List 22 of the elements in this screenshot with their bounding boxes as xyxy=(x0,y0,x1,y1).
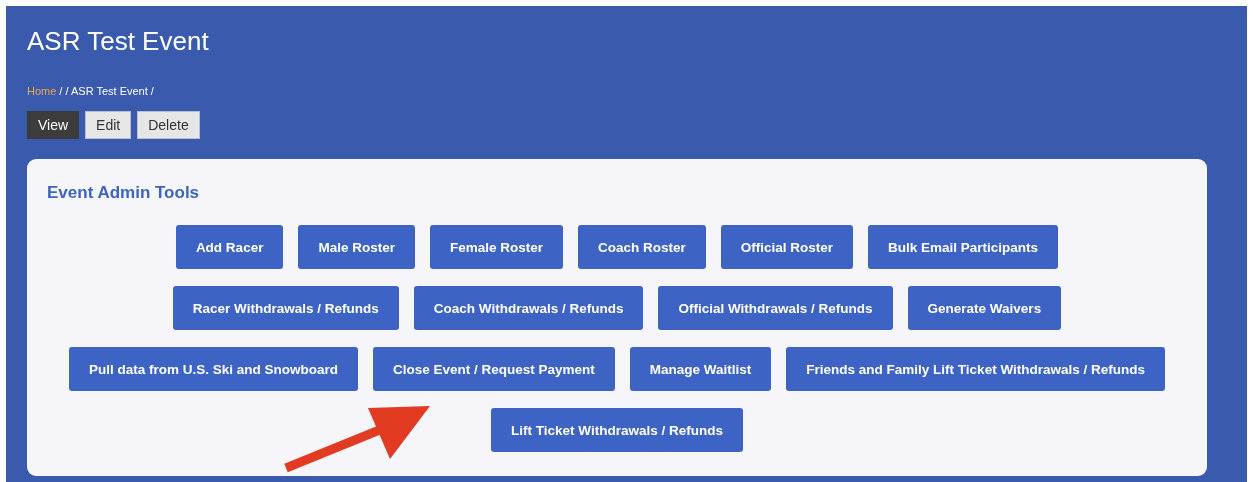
action-button[interactable]: Close Event / Request Payment xyxy=(373,347,615,391)
action-button[interactable]: Female Roster xyxy=(429,225,563,269)
action-button[interactable]: Official Roster xyxy=(720,225,854,269)
breadcrumb-text: / / ASR Test Event / xyxy=(59,85,154,97)
action-button[interactable]: Racer Withdrawals / Refunds xyxy=(172,286,399,330)
action-button[interactable]: Add Racer xyxy=(175,225,284,269)
action-button[interactable]: Lift Ticket Withdrawals / Refunds xyxy=(491,408,743,452)
action-button[interactable]: Pull data from U.S. Ski and Snowboard xyxy=(68,347,358,391)
action-button[interactable]: Coach Roster xyxy=(578,225,706,269)
action-button[interactable]: Manage Waitlist xyxy=(629,347,772,391)
action-button[interactable]: Generate Waivers xyxy=(907,286,1062,330)
tab[interactable]: View xyxy=(27,111,80,139)
action-button[interactable]: Bulk Email Participants xyxy=(868,225,1059,269)
action-button[interactable]: Male Roster xyxy=(298,225,415,269)
action-button[interactable]: Coach Withdrawals / Refunds xyxy=(413,286,644,330)
panel-title: Event Admin Tools xyxy=(47,183,200,203)
tab[interactable]: Edit xyxy=(85,111,132,139)
tab[interactable]: Delete xyxy=(137,111,200,139)
action-button[interactable]: Official Withdrawals / Refunds xyxy=(658,286,893,330)
action-button[interactable]: Friends and Family Lift Ticket Withdrawals / Refunds xyxy=(786,347,1166,391)
breadcrumb-link[interactable]: Home xyxy=(27,85,57,97)
page-title: ASR Test Event xyxy=(27,26,209,57)
